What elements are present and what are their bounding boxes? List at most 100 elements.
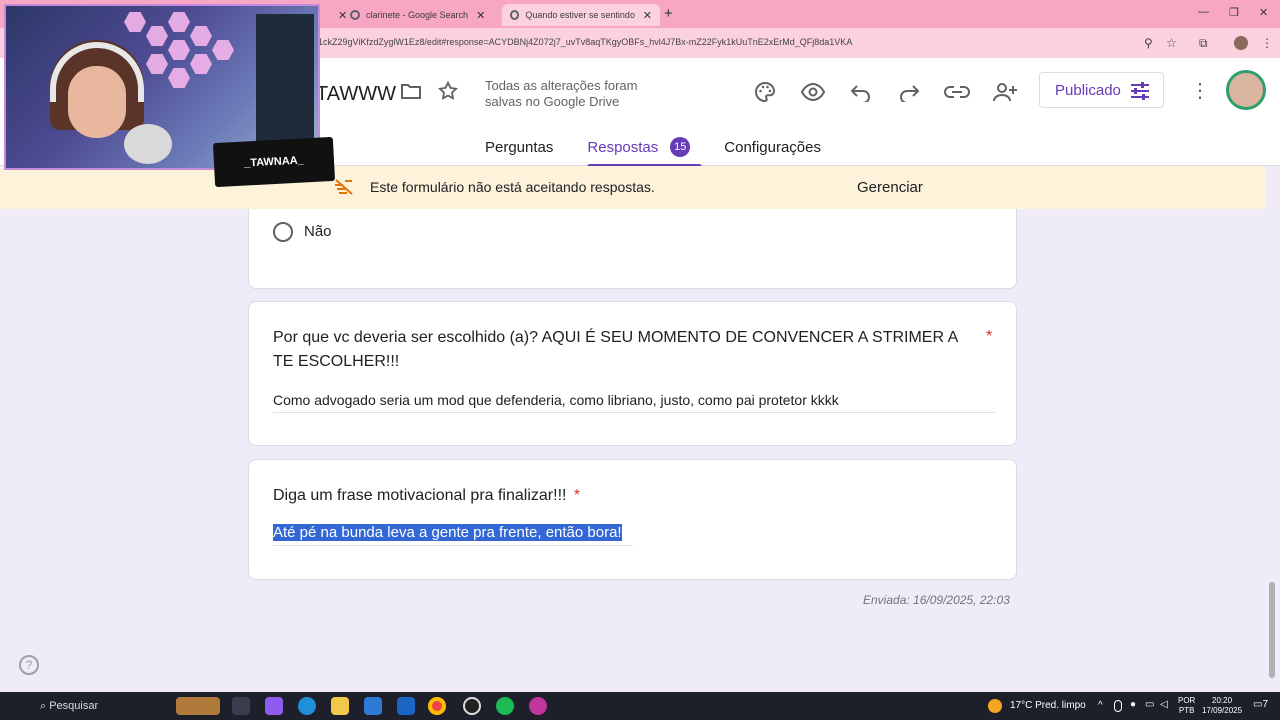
redo-icon[interactable] bbox=[895, 78, 923, 106]
battery-icon[interactable] bbox=[1114, 700, 1122, 712]
light-panel bbox=[146, 26, 168, 46]
taskbar-search[interactable]: ⌕ Pesquisar bbox=[40, 700, 98, 713]
responses-count-badge: 15 bbox=[670, 137, 691, 157]
tab-respostas[interactable]: Respostas 15 bbox=[587, 137, 703, 167]
light-panel bbox=[212, 40, 234, 60]
clock[interactable]: 20:20 17/09/2025 bbox=[1202, 696, 1242, 716]
microphone-icon bbox=[124, 124, 172, 164]
add-collaborator-icon[interactable] bbox=[991, 78, 1019, 106]
browser-tab[interactable]: clarinete - Google Search ✕ bbox=[342, 4, 500, 26]
spotify-icon[interactable] bbox=[496, 697, 514, 715]
store-icon[interactable] bbox=[364, 697, 382, 715]
language-indicator[interactable]: POR PTB bbox=[1178, 696, 1195, 716]
banner-text: Este formulário não está aceitando respo… bbox=[370, 179, 655, 195]
url-field[interactable]: 1ckZ29gViKfzdZyglW1Ez8/edit#response=ACY… bbox=[318, 37, 852, 47]
light-panel bbox=[190, 54, 212, 74]
browser-tab-title: clarinete - Google Search bbox=[366, 10, 469, 20]
tab-configuracoes[interactable]: Configurações bbox=[724, 137, 821, 167]
link-icon[interactable] bbox=[943, 78, 971, 106]
zoom-icon[interactable]: ⚲ bbox=[1144, 36, 1153, 50]
star-icon[interactable] bbox=[437, 80, 459, 108]
new-tab-button[interactable]: + bbox=[664, 5, 673, 22]
browser-tab[interactable]: Quando estiver se sentindo de ✕ bbox=[502, 4, 660, 26]
published-label: Publicado bbox=[1055, 81, 1121, 99]
preview-eye-icon[interactable] bbox=[799, 78, 827, 106]
profile-icon[interactable] bbox=[1234, 36, 1248, 50]
task-view-icon[interactable] bbox=[232, 697, 250, 715]
language-bottom: PTB bbox=[1178, 706, 1195, 715]
language-top: POR bbox=[1178, 696, 1196, 705]
not-accepting-banner: Este formulário não está aceitando respo… bbox=[0, 166, 1265, 209]
required-asterisk: * bbox=[573, 487, 581, 504]
google-icon bbox=[350, 10, 360, 20]
tab-label: Respostas bbox=[587, 138, 659, 156]
avatar[interactable] bbox=[1226, 70, 1266, 110]
chrome-profile-icon[interactable] bbox=[529, 697, 547, 715]
light-panel bbox=[124, 12, 146, 32]
published-button[interactable]: Publicado bbox=[1039, 72, 1164, 108]
browser-tab-title: Quando estiver se sentindo de bbox=[525, 10, 635, 20]
network-icon[interactable]: ▭ bbox=[1145, 699, 1154, 710]
volume-icon[interactable]: ◁ bbox=[1160, 699, 1168, 710]
tab-perguntas[interactable]: Perguntas bbox=[485, 137, 553, 167]
question-card: Por que vc deveria ser escolhido (a)? AQ… bbox=[248, 301, 1017, 446]
minimize-icon[interactable]: — bbox=[1198, 6, 1209, 18]
help-icon[interactable]: ? bbox=[19, 655, 39, 675]
extensions-icon[interactable]: ⧉ bbox=[1199, 36, 1208, 51]
tab-label: Configurações bbox=[724, 138, 821, 156]
chrome-icon[interactable] bbox=[428, 697, 446, 715]
tray-chevron-icon[interactable]: ^ bbox=[1098, 700, 1103, 711]
manage-button[interactable]: Gerenciar bbox=[857, 179, 923, 196]
light-panel bbox=[168, 12, 190, 32]
more-options-icon[interactable]: ⋮ bbox=[1190, 78, 1210, 103]
close-icon[interactable]: ✕ bbox=[476, 9, 485, 22]
notification-count: 7 bbox=[1262, 699, 1269, 710]
question-title-text: Diga um frase motivacional pra finalizar… bbox=[273, 487, 567, 504]
notifications-icon[interactable]: ▭7 bbox=[1253, 699, 1268, 710]
form-title[interactable]: TAWWW bbox=[316, 83, 396, 106]
google-icon bbox=[510, 10, 520, 20]
question-title: Diga um frase motivacional pra finalizar… bbox=[273, 484, 580, 508]
palette-icon[interactable] bbox=[751, 78, 779, 106]
scrollbar[interactable] bbox=[1269, 582, 1275, 678]
taskbar-search-label: Pesquisar bbox=[49, 700, 99, 712]
folder-icon[interactable] bbox=[400, 82, 422, 106]
answer-text: Até pé na bunda leva a gente pra frente,… bbox=[273, 524, 633, 546]
answer-text: Como advogado seria um mod que defenderi… bbox=[273, 392, 995, 413]
clock-time: 20:20 bbox=[1212, 696, 1233, 705]
light-panel bbox=[168, 40, 190, 60]
question-card-radio: Não bbox=[248, 209, 1017, 289]
close-window-icon[interactable]: ✕ bbox=[1259, 6, 1268, 19]
tab-label: Perguntas bbox=[485, 138, 554, 156]
weather-text: 17°C Pred. limpo bbox=[1010, 700, 1086, 711]
edge-icon[interactable] bbox=[298, 697, 316, 715]
submitted-timestamp: Enviada: 16/09/2025, 22:03 bbox=[863, 593, 1010, 607]
outlook-icon[interactable] bbox=[397, 697, 415, 715]
undo-icon[interactable] bbox=[847, 78, 875, 106]
form-tabs: Perguntas Respostas 15 Configurações bbox=[485, 137, 855, 167]
radio-option-label: Não bbox=[304, 223, 332, 240]
taskbar: ⌕ Pesquisar 17°C Pred. limpo ^ ● ▭ ◁ POR… bbox=[0, 692, 1280, 720]
sliders-icon bbox=[1129, 81, 1151, 105]
restore-icon[interactable]: ❐ bbox=[1229, 6, 1239, 19]
mic-icon[interactable]: ● bbox=[1130, 699, 1136, 710]
bookmark-star-icon[interactable]: ☆ bbox=[1166, 36, 1177, 50]
weather-icon[interactable] bbox=[988, 699, 1002, 713]
copilot-icon[interactable] bbox=[265, 697, 283, 715]
browser-menu-icon[interactable]: ⋮ bbox=[1261, 36, 1273, 50]
close-icon[interactable]: ✕ bbox=[643, 9, 652, 22]
light-panel bbox=[190, 26, 212, 46]
light-panel bbox=[168, 68, 190, 88]
question-card: Diga um frase motivacional pra finalizar… bbox=[248, 459, 1017, 580]
selected-answer-text: Até pé na bunda leva a gente pra frente,… bbox=[273, 524, 622, 541]
required-asterisk: * bbox=[986, 328, 993, 345]
clock-date: 17/09/2025 bbox=[1202, 706, 1243, 715]
streamer-tag: _TAWNAA_ bbox=[212, 136, 336, 188]
obs-icon[interactable] bbox=[463, 697, 481, 715]
clarinet-widget-icon[interactable] bbox=[176, 697, 220, 715]
saved-status: Todas as alterações foram salvas no Goog… bbox=[485, 78, 638, 109]
file-explorer-icon[interactable] bbox=[331, 697, 349, 715]
question-title: Por que vc deveria ser escolhido (a)? AQ… bbox=[273, 329, 958, 370]
radio-button[interactable] bbox=[273, 222, 293, 242]
light-panel bbox=[146, 54, 168, 74]
